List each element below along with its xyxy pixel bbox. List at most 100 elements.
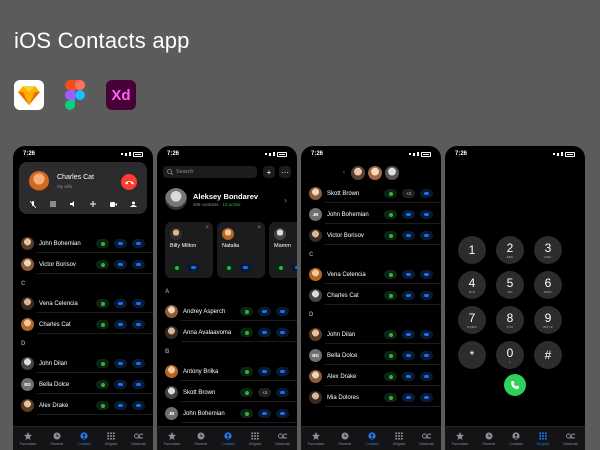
contact-row[interactable]: BD Bella Dolce — [13, 375, 153, 394]
video-call-icon[interactable] — [291, 263, 297, 272]
tab-favourites[interactable]: Favourites — [20, 431, 36, 446]
message-icon[interactable] — [402, 393, 415, 402]
keypad-key[interactable]: * — [458, 341, 486, 369]
add-call-icon[interactable] — [89, 200, 97, 208]
call-icon[interactable] — [96, 380, 109, 389]
call-banner[interactable]: Charles Cat My wife — [19, 162, 147, 214]
call-icon[interactable] — [240, 409, 253, 418]
contact-row[interactable]: Alex Drake — [301, 367, 441, 386]
keypad-key[interactable]: 3 DEF — [534, 236, 562, 264]
keypad-icon[interactable] — [49, 200, 57, 208]
more-numbers-badge[interactable]: +3 — [402, 189, 415, 198]
message-icon[interactable] — [114, 299, 127, 308]
video-call-icon[interactable] — [420, 291, 433, 300]
call-button[interactable] — [504, 374, 526, 396]
video-call-icon[interactable] — [239, 263, 252, 272]
video-call-icon[interactable] — [132, 380, 145, 389]
tab-voicemail[interactable]: Voicemail — [131, 431, 146, 446]
tab-contacts[interactable]: Contacts — [77, 431, 91, 446]
avatar[interactable] — [368, 166, 382, 180]
profile-name[interactable]: Aleksey Bondarev — [193, 192, 258, 201]
video-call-icon[interactable] — [276, 409, 289, 418]
keypad-key[interactable]: 2 ABC — [496, 236, 524, 264]
contact-row[interactable]: BD Bella Dolce — [301, 346, 441, 365]
tab-keypad[interactable]: Keypad — [249, 431, 261, 446]
call-icon[interactable] — [384, 210, 397, 219]
keypad-key[interactable]: 5 JKL — [496, 271, 524, 299]
call-icon[interactable] — [274, 263, 287, 272]
call-icon[interactable] — [384, 189, 397, 198]
call-icon[interactable] — [384, 330, 397, 339]
video-call-icon[interactable] — [187, 263, 200, 272]
contact-row[interactable]: Charles Cat — [13, 315, 153, 334]
video-call-icon[interactable] — [276, 388, 289, 397]
contact-row[interactable]: Victor Borisov — [301, 226, 441, 245]
contact-row[interactable]: Vena Celencia — [13, 294, 153, 313]
tab-voicemail[interactable]: Voicemail — [419, 431, 434, 446]
contact-row[interactable]: John Dilan — [13, 354, 153, 373]
call-icon[interactable] — [96, 320, 109, 329]
tab-keypad[interactable]: Keypad — [393, 431, 405, 446]
message-icon[interactable] — [258, 409, 271, 418]
contact-row[interactable]: John Dilan — [301, 325, 441, 344]
contact-row[interactable]: John Bohemian — [13, 234, 153, 253]
video-call-icon[interactable] — [420, 270, 433, 279]
profile-avatar[interactable] — [165, 188, 187, 210]
tab-contacts[interactable]: Contacts — [509, 431, 523, 446]
video-call-icon[interactable] — [276, 307, 289, 316]
message-icon[interactable] — [114, 401, 127, 410]
mute-icon[interactable] — [29, 200, 37, 208]
call-icon[interactable] — [170, 263, 183, 272]
favourite-card[interactable]: × Billy Milton — [165, 222, 213, 278]
contact-row[interactable]: Victor Borisov — [13, 255, 153, 274]
message-icon[interactable] — [402, 291, 415, 300]
keypad-key[interactable]: 0 + — [496, 341, 524, 369]
search-input[interactable]: Search — [163, 166, 257, 178]
contact-row[interactable]: JB John Bohemian — [301, 205, 441, 224]
video-call-icon[interactable] — [420, 210, 433, 219]
tab-favourites[interactable]: Favourites — [308, 431, 324, 446]
tab-voicemail[interactable]: Voicemail — [563, 431, 578, 446]
message-icon[interactable] — [402, 210, 415, 219]
video-call-icon[interactable] — [132, 239, 145, 248]
close-icon[interactable]: × — [257, 225, 261, 231]
hang-up-button[interactable] — [121, 174, 137, 190]
contact-row[interactable]: Skott Brown +3 — [301, 184, 441, 203]
tab-favourites[interactable]: Favourites — [164, 431, 180, 446]
call-icon[interactable] — [96, 359, 109, 368]
call-icon[interactable] — [384, 231, 397, 240]
call-icon[interactable] — [384, 393, 397, 402]
tab-voicemail[interactable]: Voicemail — [275, 431, 290, 446]
keypad-key[interactable]: 6 MNO — [534, 271, 562, 299]
tab-contacts[interactable]: Contacts — [365, 431, 379, 446]
call-icon[interactable] — [384, 351, 397, 360]
message-icon[interactable] — [402, 372, 415, 381]
contact-row[interactable]: Alex Drake — [13, 396, 153, 415]
call-icon[interactable] — [240, 307, 253, 316]
contact-row[interactable]: Andrey Asperch — [157, 302, 297, 321]
contact-row[interactable]: Skott Brown +3 — [157, 383, 297, 402]
keypad-key[interactable]: 4 GHI — [458, 271, 486, 299]
favourite-card[interactable]: ×Mamm — [269, 222, 297, 278]
call-icon[interactable] — [384, 291, 397, 300]
video-call-icon[interactable] — [276, 367, 289, 376]
contact-row[interactable]: Antony Brilka — [157, 362, 297, 381]
chevron-right-icon[interactable]: › — [284, 196, 287, 205]
call-icon[interactable] — [96, 260, 109, 269]
tab-keypad[interactable]: Keypad — [537, 431, 549, 446]
keypad-key[interactable]: 7 PQRS — [458, 306, 486, 334]
video-call-icon[interactable] — [132, 260, 145, 269]
video-call-icon[interactable] — [132, 320, 145, 329]
contact-row[interactable]: Charles Cat — [301, 286, 441, 305]
message-icon[interactable] — [402, 330, 415, 339]
video-call-icon[interactable] — [420, 393, 433, 402]
keypad-key[interactable]: 9 WXYZ — [534, 306, 562, 334]
message-icon[interactable] — [114, 380, 127, 389]
tab-favourites[interactable]: Favourites — [452, 431, 468, 446]
contact-row[interactable]: Anna Avalaavoma — [157, 323, 297, 342]
call-icon[interactable] — [384, 270, 397, 279]
message-icon[interactable] — [114, 239, 127, 248]
contact-row[interactable]: Mia Dolores — [301, 388, 441, 407]
close-icon[interactable]: × — [205, 225, 209, 231]
tab-recents[interactable]: Recents — [194, 431, 207, 446]
